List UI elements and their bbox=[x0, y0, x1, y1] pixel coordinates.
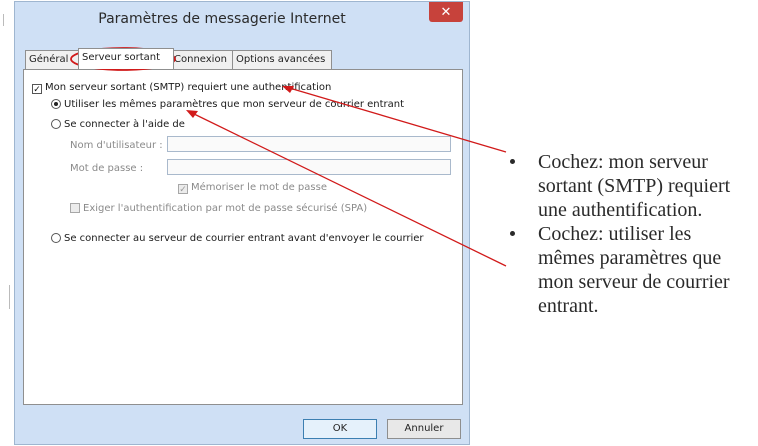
instruction-text-1: Cochez: mon serveur sortant (SMTP) requi… bbox=[538, 151, 731, 221]
tab-outgoing-server[interactable]: Serveur sortant bbox=[78, 48, 174, 69]
arrow-line-1 bbox=[285, 86, 507, 153]
instruction-item-2: Cochez: utiliser les mêmes paramètres qu… bbox=[510, 222, 750, 318]
slide-stage: Paramètres de messagerie Internet ✕ Géné… bbox=[0, 0, 758, 446]
instruction-callout: Cochez: mon serveur sortant (SMTP) requi… bbox=[510, 150, 750, 318]
bullet-icon bbox=[510, 159, 515, 164]
arrow-head-2 bbox=[186, 110, 198, 118]
instruction-item-1: Cochez: mon serveur sortant (SMTP) requi… bbox=[510, 150, 750, 222]
instruction-text-2: Cochez: utiliser les mêmes paramètres qu… bbox=[538, 223, 730, 317]
bullet-icon bbox=[510, 231, 515, 236]
arrow-line-2 bbox=[189, 111, 507, 267]
